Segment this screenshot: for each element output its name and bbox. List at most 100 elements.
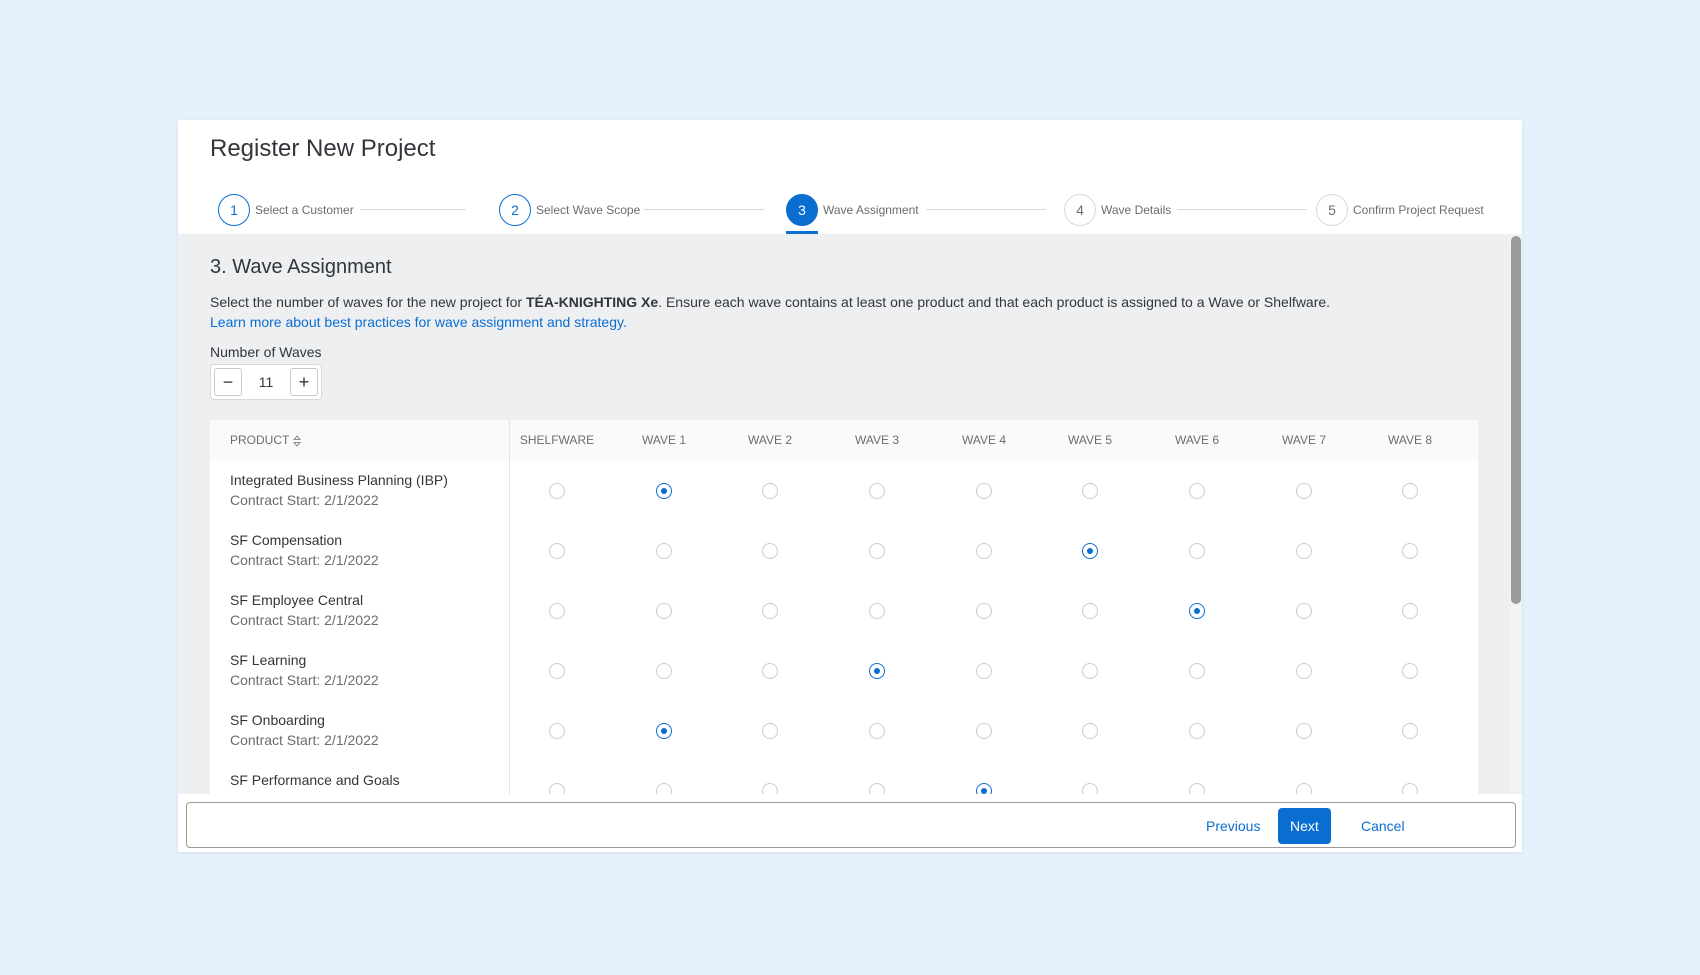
column-header: WAVE 6: [1174, 433, 1219, 447]
step-select-customer[interactable]: 1 Select a Customer: [218, 186, 354, 234]
table-row: SF Onboarding Contract Start: 2/1/2022: [210, 700, 1478, 760]
wave-radio-button[interactable]: [549, 603, 565, 619]
wave-radio-button[interactable]: [762, 603, 778, 619]
table-row: SF Performance and Goals: [210, 760, 1478, 794]
number-of-waves-stepper: − 11 +: [210, 364, 322, 400]
step-label: Wave Details: [1101, 203, 1172, 217]
column-header: WAVE 3: [854, 433, 899, 447]
wave-radio-button[interactable]: [976, 603, 992, 619]
wave-radio-button[interactable]: [549, 543, 565, 559]
wave-radio-button[interactable]: [549, 663, 565, 679]
product-name: SF Employee Central: [230, 592, 364, 608]
wave-radio-button[interactable]: [1189, 663, 1205, 679]
contract-start: Contract Start: 2/1/2022: [230, 612, 379, 628]
increment-button[interactable]: +: [290, 368, 318, 396]
column-header: WAVE 7: [1281, 433, 1326, 447]
wave-radio-button[interactable]: [976, 783, 992, 794]
wave-radio-button[interactable]: [1296, 603, 1312, 619]
step-connector: [1177, 209, 1307, 210]
column-header: WAVE 5: [1067, 433, 1112, 447]
contract-start: Contract Start: 2/1/2022: [230, 552, 379, 568]
wave-radio-button[interactable]: [656, 603, 672, 619]
wave-radio-button[interactable]: [1082, 483, 1098, 499]
wave-radio-button[interactable]: [549, 483, 565, 499]
previous-button[interactable]: Previous: [1194, 808, 1272, 844]
sort-icon: [293, 435, 302, 447]
wave-radio-button[interactable]: [762, 543, 778, 559]
wave-radio-button[interactable]: [869, 663, 885, 679]
number-of-waves-label: Number of Waves: [210, 344, 322, 360]
wave-radio-button[interactable]: [976, 543, 992, 559]
wave-radio-button[interactable]: [1082, 783, 1098, 794]
dialog-title: Register New Project: [210, 135, 436, 162]
step-select-wave-scope[interactable]: 2 Select Wave Scope: [499, 186, 640, 234]
wave-radio-button[interactable]: [869, 543, 885, 559]
dialog-footer: Previous Next Cancel: [186, 802, 1516, 848]
vertical-scrollbar[interactable]: [1510, 234, 1522, 794]
wave-radio-button[interactable]: [1402, 603, 1418, 619]
wave-radio-button[interactable]: [762, 783, 778, 794]
wave-radio-button[interactable]: [1189, 723, 1205, 739]
wave-radio-button[interactable]: [869, 723, 885, 739]
dialog-header: Register New Project 1 Select a Customer…: [178, 120, 1522, 234]
step-connector: [360, 209, 466, 210]
wave-radio-button[interactable]: [976, 483, 992, 499]
section-description: Select the number of waves for the new p…: [210, 294, 1331, 310]
wave-radio-button[interactable]: [869, 603, 885, 619]
wave-radio-button[interactable]: [1082, 723, 1098, 739]
wave-radio-button[interactable]: [1402, 543, 1418, 559]
best-practices-link[interactable]: Learn more about best practices for wave…: [210, 314, 627, 330]
wave-radio-button[interactable]: [1402, 663, 1418, 679]
wave-radio-button[interactable]: [1082, 543, 1098, 559]
wave-radio-button[interactable]: [1402, 483, 1418, 499]
wave-radio-button[interactable]: [1082, 603, 1098, 619]
wave-radio-button[interactable]: [656, 663, 672, 679]
table-header: PRODUCT SHELFWARE WAVE 1 WAVE 2 WAVE 3 WAVE …: [210, 420, 1478, 460]
contract-start: Contract Start: 2/1/2022: [230, 492, 379, 508]
scrollbar-thumb[interactable]: [1511, 236, 1521, 604]
step-number: 1: [218, 194, 250, 226]
wave-radio-button[interactable]: [1296, 543, 1312, 559]
wave-radio-button[interactable]: [656, 483, 672, 499]
wave-radio-button[interactable]: [1296, 483, 1312, 499]
wave-radio-button[interactable]: [869, 483, 885, 499]
wave-radio-button[interactable]: [1296, 783, 1312, 794]
wave-radio-button[interactable]: [549, 783, 565, 794]
product-name: SF Compensation: [230, 532, 343, 548]
table-row: SF Learning Contract Start: 2/1/2022: [210, 640, 1478, 700]
wave-radio-button[interactable]: [1402, 783, 1418, 794]
wave-radio-button[interactable]: [1402, 723, 1418, 739]
column-header: WAVE 1: [641, 433, 686, 447]
contract-start: Contract Start: 2/1/2022: [230, 672, 379, 688]
wave-radio-button[interactable]: [869, 783, 885, 794]
cancel-button[interactable]: Cancel: [1349, 808, 1417, 844]
step-wave-assignment[interactable]: 3 Wave Assignment: [786, 186, 919, 234]
wave-radio-button[interactable]: [1082, 663, 1098, 679]
wave-radio-button[interactable]: [656, 543, 672, 559]
column-header: SHELFWARE: [519, 433, 595, 447]
step-number: 2: [499, 194, 531, 226]
number-of-waves-input[interactable]: 11: [245, 365, 287, 399]
step-number: 5: [1316, 194, 1348, 226]
wave-radio-button[interactable]: [1189, 603, 1205, 619]
wave-radio-button[interactable]: [1296, 663, 1312, 679]
decrement-button[interactable]: −: [214, 368, 242, 396]
wave-radio-button[interactable]: [656, 723, 672, 739]
wave-radio-button[interactable]: [976, 723, 992, 739]
wave-radio-button[interactable]: [762, 663, 778, 679]
next-button[interactable]: Next: [1278, 808, 1331, 844]
wave-radio-button[interactable]: [1189, 783, 1205, 794]
wave-radio-button[interactable]: [1296, 723, 1312, 739]
wave-radio-button[interactable]: [1189, 483, 1205, 499]
step-wave-details[interactable]: 4 Wave Details: [1064, 186, 1171, 234]
wave-radio-button[interactable]: [762, 723, 778, 739]
step-connector: [926, 209, 1046, 210]
wave-radio-button[interactable]: [976, 663, 992, 679]
step-label: Select a Customer: [255, 203, 354, 217]
wave-radio-button[interactable]: [549, 723, 565, 739]
wave-radio-button[interactable]: [1189, 543, 1205, 559]
product-column-header[interactable]: PRODUCT: [230, 420, 302, 460]
wave-radio-button[interactable]: [656, 783, 672, 794]
wave-radio-button[interactable]: [762, 483, 778, 499]
step-confirm-project-request[interactable]: 5 Confirm Project Request: [1316, 186, 1484, 234]
